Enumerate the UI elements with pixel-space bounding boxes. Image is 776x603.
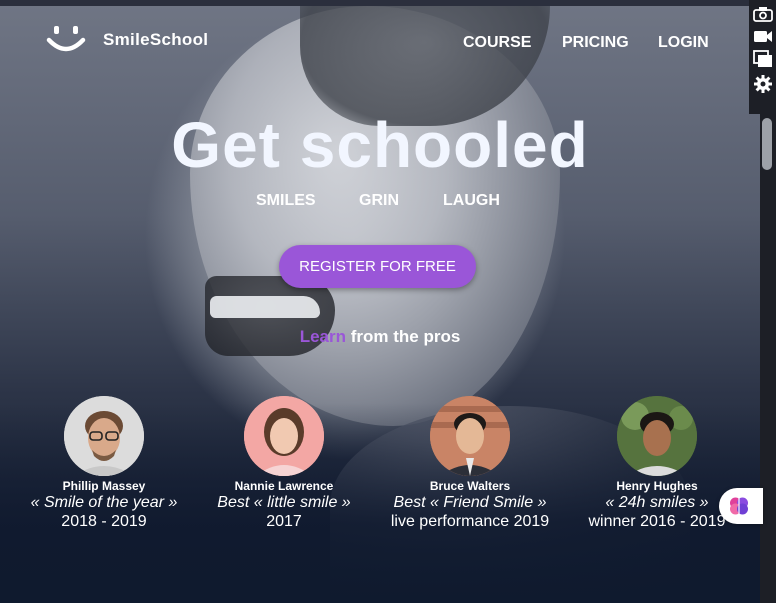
scrollbar-track[interactable] bbox=[760, 114, 776, 603]
testimonial-quote: Best « little smile » bbox=[217, 494, 351, 511]
avatar bbox=[617, 396, 697, 476]
camera-icon[interactable] bbox=[752, 6, 773, 22]
gear-icon[interactable] bbox=[753, 74, 773, 94]
testimonial-year: 2018 - 2019 bbox=[61, 513, 147, 530]
hero-title: Get schooled bbox=[171, 109, 589, 181]
avatar bbox=[430, 396, 510, 476]
video-icon[interactable] bbox=[753, 28, 773, 44]
learn-tagline: Learn from the pros bbox=[0, 327, 760, 347]
smile-logo-icon[interactable] bbox=[46, 22, 86, 56]
learn-accent-text: Learn bbox=[299, 327, 346, 346]
testimonial-name: Nannie Lawrence bbox=[234, 479, 334, 493]
avatar-henry-image bbox=[617, 396, 697, 476]
subtitle-laugh: LAUGH bbox=[443, 192, 500, 209]
brand-name[interactable]: SmileSchool bbox=[103, 30, 208, 50]
avatar-nannie-image bbox=[244, 396, 324, 476]
nav-pricing[interactable]: PRICING bbox=[562, 34, 629, 52]
testimonial-name: Phillip Massey bbox=[62, 479, 146, 493]
brain-icon bbox=[730, 497, 748, 515]
avatar bbox=[244, 396, 324, 476]
testimonial-quote: « Smile of the year » bbox=[30, 494, 178, 511]
testimonial-card: Phillip Massey « Smile of the year » 201… bbox=[9, 396, 199, 531]
learn-rest-text: from the pros bbox=[346, 327, 461, 346]
testimonial-year: 2017 bbox=[266, 513, 302, 530]
scrollbar-thumb[interactable] bbox=[762, 118, 772, 170]
testimonial-quote: Best « Friend Smile » bbox=[393, 494, 547, 511]
hero-teeth-image bbox=[210, 296, 320, 318]
subtitle-smiles: SMILES bbox=[256, 192, 316, 209]
nav-login[interactable]: LOGIN bbox=[658, 34, 709, 52]
testimonial-name: Henry Hughes bbox=[616, 479, 698, 493]
extension-button[interactable] bbox=[719, 488, 763, 524]
avatar-bruce-image bbox=[430, 396, 510, 476]
testimonial-name: Bruce Walters bbox=[429, 479, 511, 493]
testimonial-year: live performance 2019 bbox=[390, 513, 550, 530]
nav-course[interactable]: COURSE bbox=[463, 34, 531, 52]
subtitle-grin: GRIN bbox=[359, 192, 399, 209]
windows-icon[interactable] bbox=[752, 50, 773, 68]
screen-tools-toolbar bbox=[749, 0, 776, 114]
testimonial-card: Nannie Lawrence Best « little smile » 20… bbox=[189, 396, 379, 531]
avatar-phillip-image bbox=[64, 396, 144, 476]
testimonial-card: Bruce Walters Best « Friend Smile » live… bbox=[375, 396, 565, 531]
register-button[interactable]: REGISTER FOR FREE bbox=[279, 245, 476, 288]
avatar bbox=[64, 396, 144, 476]
